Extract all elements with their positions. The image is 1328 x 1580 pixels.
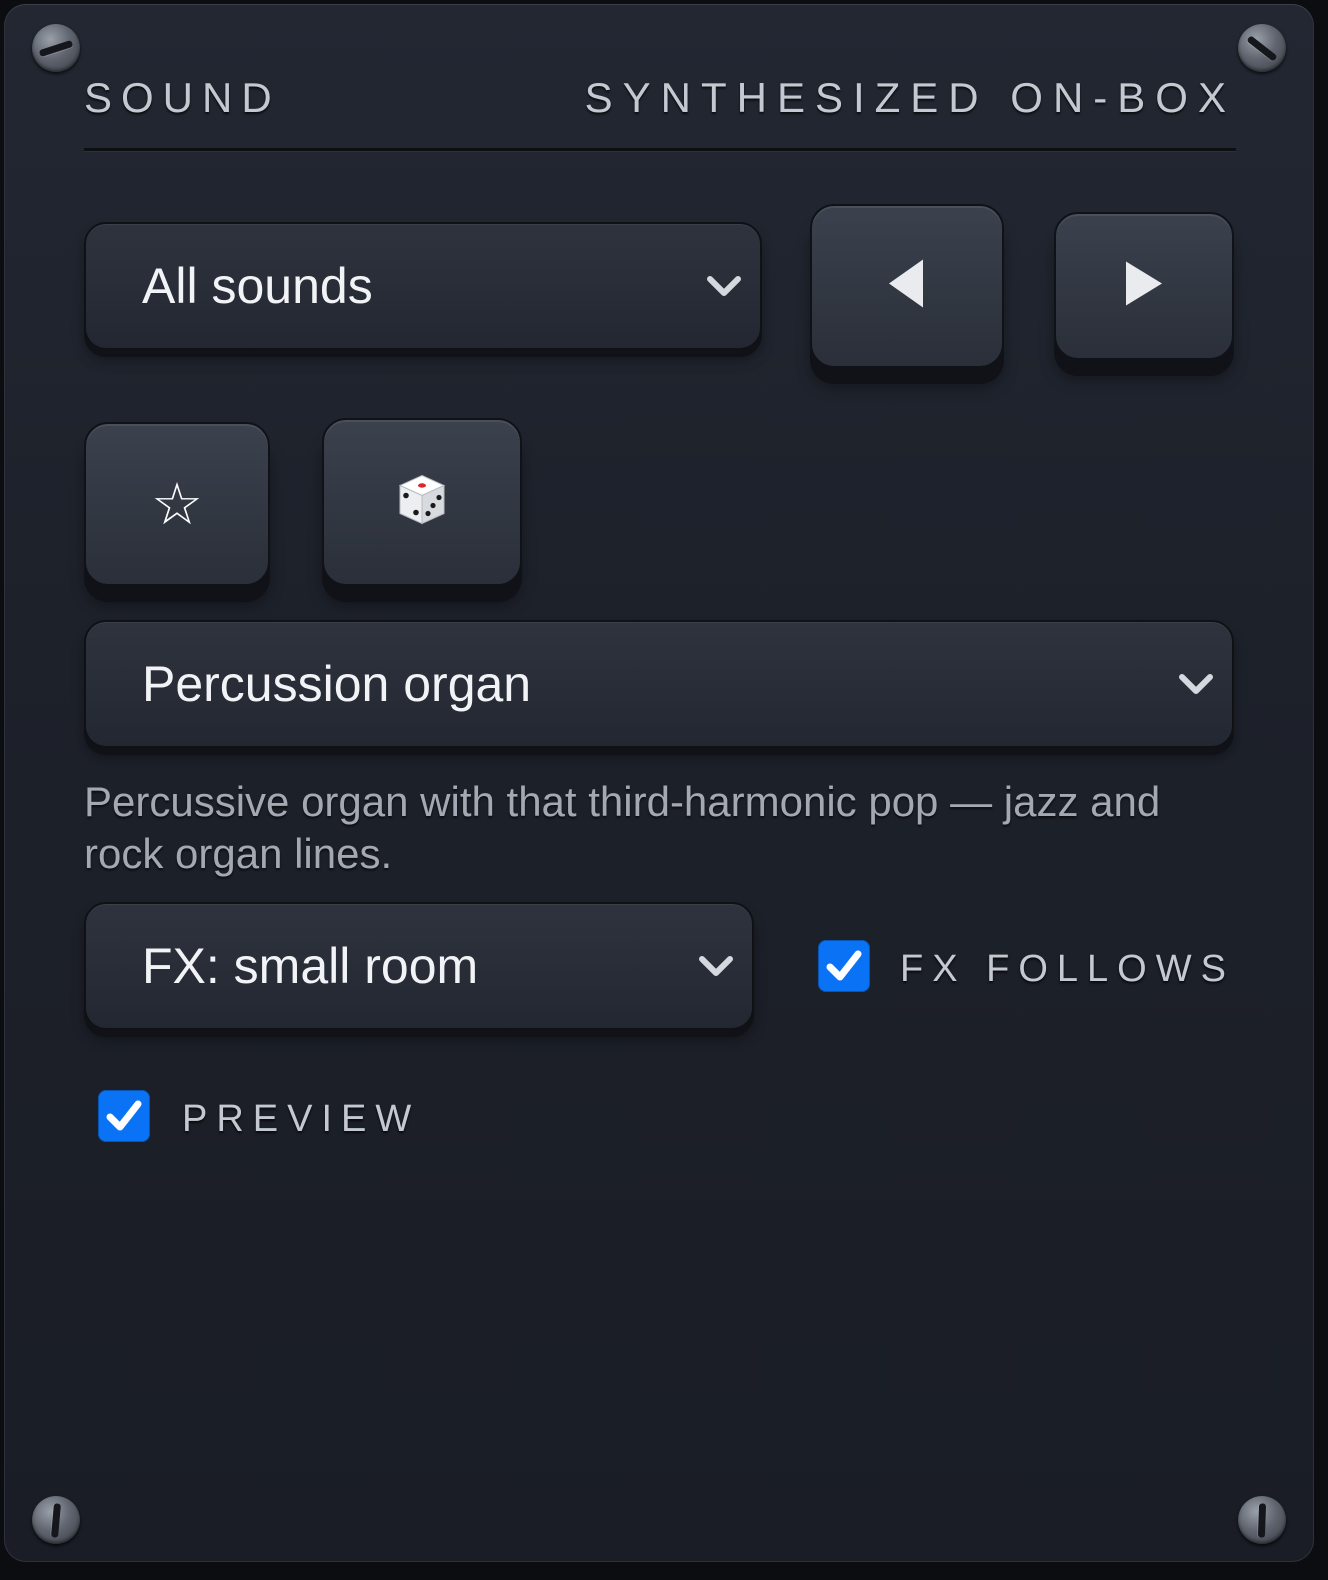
fx-follows-label[interactable]: FX FOLLOWS (900, 948, 1235, 991)
header-divider (84, 148, 1236, 151)
checkmark-icon (106, 1100, 142, 1131)
preview-label[interactable]: PREVIEW (182, 1098, 420, 1141)
fx-select[interactable]: FX: small room (84, 902, 754, 1030)
sound-panel: SOUND SYNTHESIZED ON-BOX All sounds ☆ Pe… (4, 4, 1314, 1562)
triangle-left-icon (887, 258, 927, 315)
sound-select[interactable]: Percussion organ (84, 620, 1234, 748)
category-select[interactable]: All sounds (84, 222, 762, 350)
screw-bottom-right-icon (1238, 1496, 1286, 1544)
checkmark-icon (826, 950, 862, 981)
random-sound-button[interactable] (322, 418, 522, 586)
previous-sound-button[interactable] (810, 204, 1004, 368)
fx-follows-checkbox[interactable] (818, 940, 870, 992)
screw-top-left-icon (32, 24, 80, 72)
preview-checkbox[interactable] (98, 1090, 150, 1142)
screw-bottom-left-icon (32, 1496, 80, 1544)
chevron-down-icon (696, 946, 736, 986)
star-outline-icon: ☆ (151, 470, 203, 538)
panel-title: SOUND (84, 74, 281, 121)
panel-subtitle: SYNTHESIZED ON-BOX (584, 74, 1236, 121)
chevron-down-icon (1176, 664, 1216, 704)
category-select-value: All sounds (142, 258, 373, 314)
next-sound-button[interactable] (1054, 212, 1234, 360)
favorite-button[interactable]: ☆ (84, 422, 270, 586)
sound-select-value: Percussion organ (142, 656, 532, 712)
sound-description: Percussive organ with that third-harmoni… (84, 778, 1161, 877)
screw-top-right-icon (1238, 24, 1286, 72)
dice-icon (394, 472, 450, 533)
chevron-down-icon (704, 266, 744, 306)
fx-select-value: FX: small room (142, 938, 479, 994)
triangle-right-icon (1124, 260, 1164, 313)
